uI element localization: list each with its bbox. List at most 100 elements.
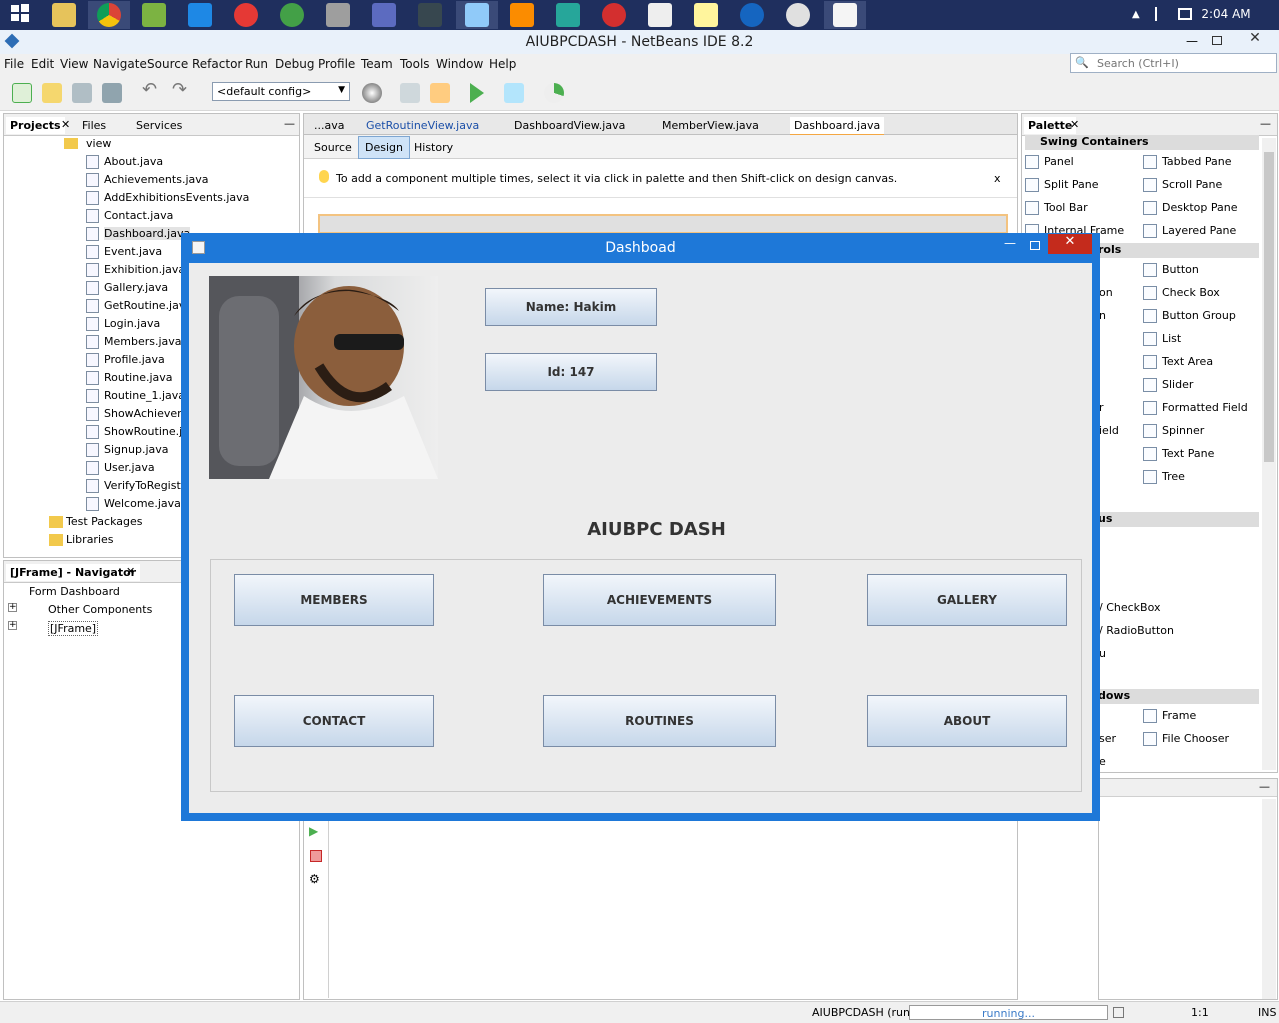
- notepad-icon[interactable]: [694, 3, 718, 27]
- config-select[interactable]: <default config> ▼: [212, 82, 350, 101]
- file-item[interactable]: Exhibition.java: [104, 263, 185, 276]
- editor-tab[interactable]: GetRoutineView.java: [362, 117, 483, 134]
- palette-item[interactable]: Layered Pane: [1162, 224, 1236, 237]
- app-icon[interactable]: [648, 3, 672, 27]
- clock[interactable]: 2:04 AM: [1196, 7, 1256, 21]
- flag-icon[interactable]: [1155, 7, 1167, 21]
- palette-item[interactable]: Button Group: [1162, 309, 1236, 322]
- palette-item[interactable]: Formatted Field: [1162, 401, 1248, 414]
- editor-tab[interactable]: DashboardView.java: [510, 117, 629, 134]
- palette-item[interactable]: e: [1099, 755, 1106, 768]
- palette-item[interactable]: List: [1162, 332, 1181, 345]
- minimize-panel-icon[interactable]: —: [1260, 117, 1271, 130]
- palette-title[interactable]: Palette: [1024, 117, 1077, 134]
- palette-item[interactable]: Tree: [1162, 470, 1185, 483]
- build-icon[interactable]: [400, 83, 420, 103]
- save-all-icon[interactable]: [102, 83, 122, 103]
- palette-item[interactable]: ser: [1099, 732, 1116, 745]
- navigator-item[interactable]: Form Dashboard: [29, 585, 120, 598]
- profile-icon[interactable]: [544, 83, 564, 103]
- palette-scrollbar[interactable]: [1262, 138, 1276, 770]
- menu-run[interactable]: Run: [245, 57, 268, 71]
- minimize-panel-icon[interactable]: —: [1259, 780, 1270, 793]
- dialog-minimize-icon[interactable]: —: [1004, 236, 1016, 250]
- file-item[interactable]: Gallery.java: [104, 281, 168, 294]
- file-item[interactable]: Welcome.java: [104, 497, 181, 510]
- firefox-icon[interactable]: [740, 3, 764, 27]
- palette-item[interactable]: Text Area: [1162, 355, 1213, 368]
- tab-services[interactable]: Services: [132, 117, 186, 134]
- file-item[interactable]: Achievements.java: [104, 173, 209, 186]
- editor-tab-active[interactable]: Dashboard.java: [790, 117, 885, 136]
- menu-source[interactable]: Source: [147, 57, 188, 71]
- dialog-maximize-icon[interactable]: [1030, 241, 1040, 250]
- app-icon[interactable]: [556, 3, 580, 27]
- history-mode-button[interactable]: History: [410, 139, 457, 156]
- palette-item[interactable]: u: [1099, 647, 1106, 660]
- palette-section-header[interactable]: rols: [1098, 243, 1259, 258]
- expand-icon[interactable]: +: [8, 621, 17, 630]
- expand-icon[interactable]: +: [8, 603, 17, 612]
- members-button[interactable]: MEMBERS: [234, 574, 434, 626]
- palette-item[interactable]: Slider: [1162, 378, 1193, 391]
- test-packages-item[interactable]: Test Packages: [66, 515, 142, 528]
- output-scrollbar[interactable]: [1262, 799, 1276, 999]
- palette-section-header[interactable]: Swing Containers: [1025, 135, 1259, 150]
- database-icon[interactable]: [326, 3, 350, 27]
- run-icon[interactable]: [470, 83, 484, 103]
- palette-item[interactable]: Tabbed Pane: [1162, 155, 1231, 168]
- file-item[interactable]: Login.java: [104, 317, 160, 330]
- network-icon[interactable]: [1178, 8, 1192, 20]
- editor-tab[interactable]: MemberView.java: [658, 117, 763, 134]
- file-item[interactable]: Contact.java: [104, 209, 173, 222]
- palette-item[interactable]: Panel: [1044, 155, 1074, 168]
- about-button[interactable]: ABOUT: [867, 695, 1067, 747]
- scroll-thumb[interactable]: [1264, 152, 1274, 462]
- palette-item[interactable]: Frame: [1162, 709, 1196, 722]
- xampp-icon[interactable]: [510, 3, 534, 27]
- palette-item[interactable]: / RadioButton: [1099, 624, 1174, 637]
- routines-button[interactable]: ROUTINES: [543, 695, 776, 747]
- menu-window[interactable]: Window: [436, 57, 483, 71]
- windows-start-icon[interactable]: [10, 3, 34, 27]
- file-explorer-icon[interactable]: [52, 3, 76, 27]
- gallery-button[interactable]: GALLERY: [867, 574, 1067, 626]
- app-icon[interactable]: [234, 3, 258, 27]
- minimize-icon[interactable]: —: [1186, 34, 1198, 48]
- source-mode-button[interactable]: Source: [310, 139, 356, 156]
- globe-icon[interactable]: [362, 83, 382, 103]
- minimize-panel-icon[interactable]: —: [284, 117, 295, 130]
- opera-icon[interactable]: [602, 3, 626, 27]
- app-icon[interactable]: [188, 3, 212, 27]
- new-project-icon[interactable]: [42, 83, 62, 103]
- folder-label[interactable]: view: [86, 137, 111, 150]
- palette-item[interactable]: Check Box: [1162, 286, 1220, 299]
- menu-file[interactable]: File: [4, 57, 24, 71]
- navigator-item[interactable]: Other Components: [48, 603, 152, 616]
- menu-tools[interactable]: Tools: [400, 57, 430, 71]
- palette-item[interactable]: on: [1099, 286, 1113, 299]
- palette-section-header[interactable]: dows: [1098, 689, 1259, 704]
- palette-item[interactable]: n: [1099, 309, 1106, 322]
- debug-icon[interactable]: [504, 83, 524, 103]
- chrome-icon[interactable]: [97, 3, 121, 27]
- search-box[interactable]: 🔍: [1070, 53, 1277, 73]
- maximize-icon[interactable]: [1212, 36, 1222, 45]
- app-icon[interactable]: [280, 3, 304, 27]
- palette-item[interactable]: Scroll Pane: [1162, 178, 1222, 191]
- file-item[interactable]: Event.java: [104, 245, 162, 258]
- palette-item[interactable]: Tool Bar: [1044, 201, 1088, 214]
- file-item[interactable]: GetRoutine.java: [104, 299, 192, 312]
- undo-icon[interactable]: ↶: [142, 79, 162, 100]
- file-item[interactable]: Members.java: [104, 335, 182, 348]
- android-icon[interactable]: [142, 3, 166, 27]
- menu-view[interactable]: View: [60, 57, 88, 71]
- menu-navigate[interactable]: Navigate: [93, 57, 147, 71]
- output-run-icon[interactable]: ▶: [309, 824, 323, 838]
- menu-edit[interactable]: Edit: [31, 57, 54, 71]
- hint-close-button[interactable]: x: [994, 172, 1001, 185]
- app-icon[interactable]: [418, 3, 442, 27]
- output-stop-icon[interactable]: [310, 850, 322, 862]
- file-item[interactable]: Routine.java: [104, 371, 173, 384]
- tab-files[interactable]: Files: [78, 117, 110, 134]
